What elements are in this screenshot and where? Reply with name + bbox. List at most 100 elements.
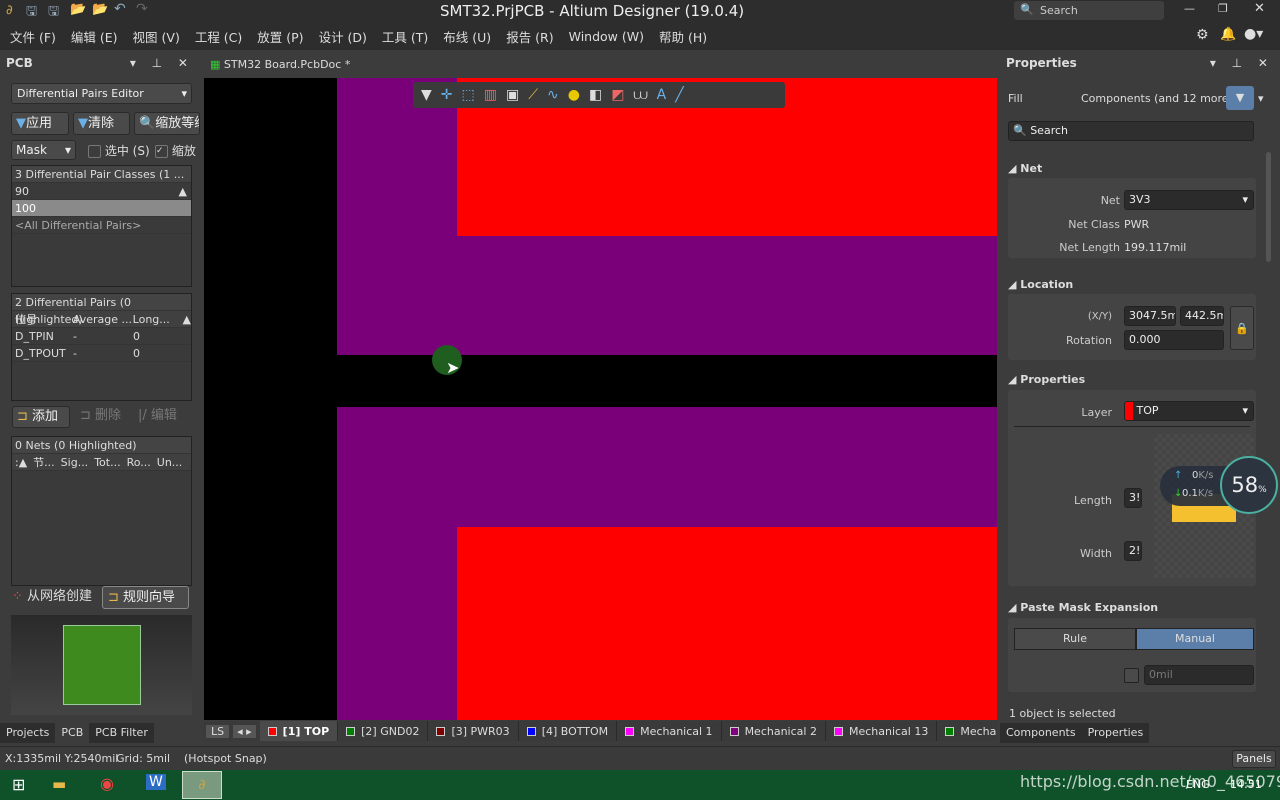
column-header[interactable]: Tot... (94, 454, 120, 470)
text-icon[interactable]: A (657, 87, 667, 103)
menu-place[interactable]: 放置 (P) (257, 27, 303, 46)
checkbox[interactable] (88, 145, 101, 158)
mask-dropdown[interactable]: Mask ▾ (11, 140, 76, 160)
panel-controls[interactable]: ▾ ⊥ ✕ (1210, 56, 1274, 70)
table-row[interactable]: D_TPIN - 0 (12, 328, 191, 345)
checkbox-checked[interactable]: ✓ (155, 145, 168, 158)
section-net[interactable]: ◢ Net (1000, 162, 1042, 175)
list-item[interactable]: 90 (12, 183, 191, 200)
maximize-button[interactable]: ❐ (1218, 2, 1228, 15)
layer-tab[interactable]: Mechanical (937, 721, 997, 741)
column-header[interactable]: 节... (33, 454, 55, 470)
via-icon[interactable]: ● (568, 87, 580, 103)
layer-scroll-arrows[interactable]: ◂ ▸ (233, 724, 256, 738)
gear-icon[interactable]: ⚙ (1196, 27, 1209, 43)
layer-tab[interactable]: Mechanical 1 (617, 721, 722, 741)
rule-toggle[interactable]: Rule (1014, 628, 1136, 650)
table-row[interactable]: D_TPOUT - 0 (12, 345, 191, 362)
layer-tab[interactable]: [2] GND02 (338, 721, 429, 741)
search-input[interactable]: 🔍 Search (1008, 121, 1254, 141)
windows-start-icon[interactable]: ⊞ (12, 775, 25, 794)
undo-icon[interactable]: ↶ (114, 1, 126, 17)
menu-route[interactable]: 布线 (U) (443, 27, 491, 46)
tab-pcb[interactable]: PCB (55, 723, 90, 743)
column-header[interactable]: Ro... (127, 454, 151, 470)
list-item[interactable]: <All Differential Pairs> (12, 217, 191, 234)
minimize-button[interactable]: — (1184, 2, 1195, 15)
rotation-input[interactable]: 0.000 (1124, 330, 1224, 350)
menu-design[interactable]: 设计 (D) (319, 27, 367, 46)
keepout-icon[interactable]: ◩ (611, 87, 624, 103)
section-paste-mask[interactable]: ◢ Paste Mask Expansion (1000, 601, 1158, 614)
menu-file[interactable]: 文件 (F) (10, 27, 56, 46)
tab-components[interactable]: Components (1000, 723, 1082, 743)
delete-button[interactable]: ⊐ 删除 (76, 406, 130, 428)
component-icon[interactable]: ▣ (506, 87, 519, 103)
route-icon[interactable]: ⟋ (528, 87, 538, 103)
panels-button[interactable]: Panels (1232, 750, 1276, 768)
layer-tab[interactable]: [4] BOTTOM (519, 721, 618, 741)
align-icon[interactable]: ▥ (484, 87, 497, 103)
tab-document[interactable]: ▦ STM32 Board.PcbDoc * (204, 54, 350, 76)
scrollbar[interactable] (1266, 152, 1271, 262)
column-header[interactable]: Sig... (61, 454, 89, 470)
redo-icon[interactable]: ↷ (136, 1, 148, 17)
file-explorer-icon[interactable]: ▬ (52, 775, 66, 793)
tab-pcb-filter[interactable]: PCB Filter (89, 723, 154, 743)
layer-dropdown[interactable]: TOP ▾ (1124, 401, 1254, 421)
column-header[interactable]: Long... (133, 311, 183, 327)
zoom-checkbox[interactable]: ✓ 缩放 (155, 142, 200, 159)
close-button[interactable]: ✕ (1254, 1, 1265, 16)
manual-toggle[interactable]: Manual (1136, 628, 1254, 650)
move-icon[interactable]: ✛ (441, 87, 453, 103)
paste-mask-input[interactable]: 0mil (1144, 665, 1254, 685)
lock-icon[interactable]: 🔒 (1230, 306, 1254, 350)
pad-bottom-red[interactable] (457, 527, 997, 720)
save-icon[interactable]: 🖫 (26, 2, 37, 24)
dimension-icon[interactable]: ⩊ (633, 87, 647, 103)
net-dropdown[interactable]: 3V3 ▾ (1124, 190, 1254, 210)
rule-wizard-button[interactable]: ⊐ 规则向导 (102, 586, 189, 609)
filter-button[interactable]: ▼ (1226, 86, 1254, 110)
select-checkbox[interactable]: 选中 (S) (88, 142, 150, 159)
open-icon[interactable]: 📂 (70, 2, 86, 17)
global-search[interactable]: 🔍 Search (1014, 1, 1164, 20)
filter-dropdown-icon[interactable]: ▾ (1258, 92, 1264, 105)
open-doc-icon[interactable]: 📂 (92, 2, 108, 17)
chrome-icon[interactable]: ◉ (100, 774, 114, 793)
section-properties[interactable]: ◢ Properties (1000, 373, 1085, 386)
layer-tab[interactable]: Mechanical 13 (826, 721, 938, 741)
zoom-level-button[interactable]: 🔍缩放等级 (134, 112, 200, 135)
apply-button[interactable]: ▼应用 (11, 112, 69, 135)
diff-pair-icon[interactable]: ∿ (547, 87, 559, 103)
y-input[interactable]: 442.5m (1180, 306, 1224, 326)
save-all-icon[interactable]: 🖫 (48, 2, 59, 24)
menu-tools[interactable]: 工具 (T) (382, 27, 428, 46)
filter-icon[interactable]: ▼ (421, 87, 432, 103)
line-icon[interactable]: ╱ (675, 87, 683, 103)
altium-taskbar-icon[interactable]: ∂ (182, 771, 222, 799)
pcb-canvas[interactable]: ➤ ▼ ✛ ⬚ ▥ ▣ ⟋ ∿ ● ◧ ◩ ⩊ A ╱ (204, 78, 997, 720)
tab-projects[interactable]: Projects (0, 723, 56, 743)
mode-dropdown[interactable]: Differential Pairs Editor ▾ (11, 83, 192, 104)
tab-properties[interactable]: Properties (1081, 723, 1150, 743)
layer-set-button[interactable]: LS (206, 724, 230, 738)
section-location[interactable]: ◢ Location (1000, 278, 1073, 291)
layer-tab[interactable]: [3] PWR03 (428, 721, 519, 741)
paste-mask-checkbox[interactable] (1124, 668, 1139, 683)
column-header[interactable]: Un... (157, 454, 183, 470)
select-rect-icon[interactable]: ⬚ (462, 87, 475, 103)
menu-edit[interactable]: 编辑 (E) (71, 27, 118, 46)
column-header[interactable]: Average ... (73, 311, 133, 327)
menu-project[interactable]: 工程 (C) (195, 27, 242, 46)
column-header[interactable]: 位号 (15, 311, 73, 327)
menu-reports[interactable]: 报告 (R) (506, 27, 553, 46)
polygon-icon[interactable]: ◧ (589, 87, 602, 103)
list-item-selected[interactable]: 100 (12, 200, 191, 217)
bell-icon[interactable]: 🔔 (1220, 27, 1236, 42)
language-indicator[interactable]: ENG (1186, 778, 1210, 791)
user-icon[interactable]: ●▾ (1244, 26, 1263, 42)
edit-button[interactable]: |/ 编辑 (134, 406, 192, 428)
x-input[interactable]: 3047.5m (1124, 306, 1176, 326)
layer-tab[interactable]: [1] TOP (259, 721, 339, 741)
